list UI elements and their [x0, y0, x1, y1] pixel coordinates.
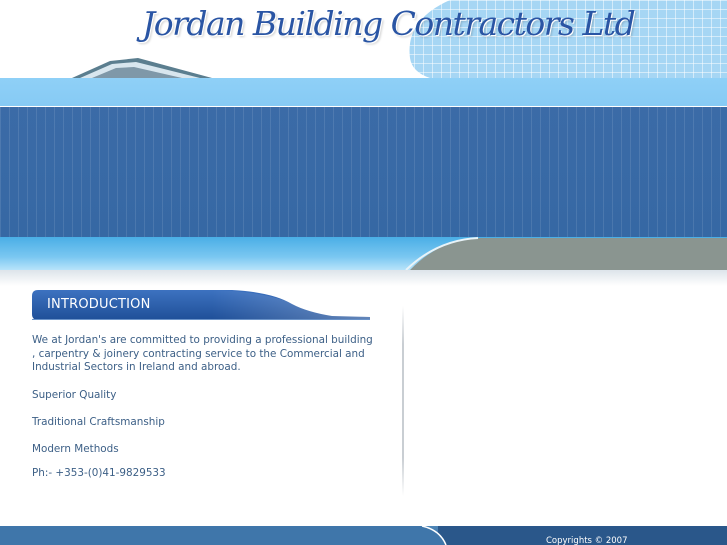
sub-band-shadow [0, 270, 727, 286]
feature-traditional-craftsmanship: Traditional Craftsmanship [32, 416, 165, 428]
feature-superior-quality: Superior Quality [32, 389, 117, 401]
intro-section-header: Introduction [32, 290, 372, 320]
site-footer: Copyrights © 2007 [0, 526, 727, 545]
hero-banner [0, 107, 727, 238]
decorative-sub-band [0, 237, 727, 270]
site-title: Jordan Building Contractors Ltd [142, 4, 636, 43]
site-header: Jordan Building Contractors Ltd [0, 0, 727, 106]
copyright-text: Copyrights © 2007 [546, 536, 628, 545]
phone-number: Ph:- +353-(0)41-9829533 [32, 467, 166, 479]
feature-modern-methods: Modern Methods [32, 443, 119, 455]
content-divider [402, 306, 404, 496]
roof-graphic [72, 58, 212, 78]
sub-band-grey-wave [405, 237, 727, 270]
header-light-band [0, 78, 727, 106]
main-content: Introduction We at Jordan's are committe… [0, 286, 727, 526]
intro-paragraph: We at Jordan's are committed to providin… [32, 334, 373, 374]
section-title: Introduction [47, 297, 151, 312]
